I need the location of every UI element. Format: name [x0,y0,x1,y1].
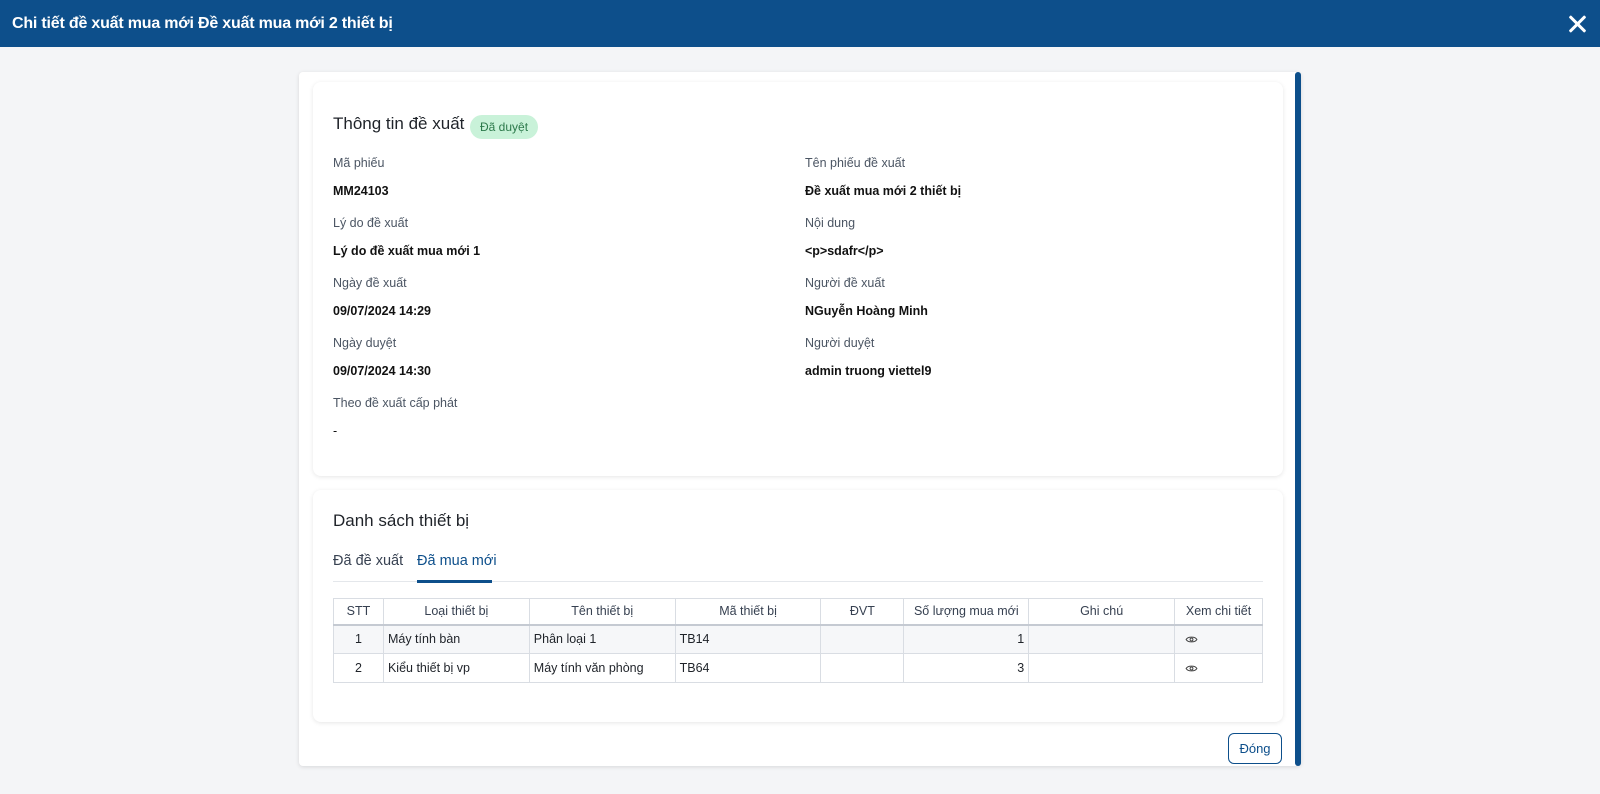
ly-do-value: Lý do đề xuất mua mới 1 [333,244,481,258]
close-icon[interactable] [1566,13,1588,35]
cell-so-luong: 3 [903,653,1030,683]
modal-header: Chi tiết đề xuất mua mới Đề xuất mua mới… [0,0,1600,47]
cell-ten: Máy tính văn phòng [528,653,676,683]
column-header[interactable]: Mã thiết bị [674,598,822,626]
cell-xem-chi-tiet [1174,653,1263,683]
noi-dung-label: Nội dung [805,216,856,230]
cell-ghi-chu [1028,653,1176,683]
cell-so-luong: 1 [903,624,1030,654]
noi-dung-value: <p>sdafr</p> [805,244,884,258]
ngay-duyet-label: Ngày duyệt [333,336,397,350]
ma-phieu-label: Mã phiếu [333,156,385,170]
table-header-row: STT Loại thiết bị Tên thiết bị Mã thiết … [333,598,1263,626]
column-header[interactable]: Tên thiết bị [528,598,676,626]
column-header[interactable]: Loại thiết bị [382,598,530,626]
proposal-info-card: Thông tin đề xuất Đã duyệt Mã phiếu MM24… [313,82,1283,476]
modal-body: Thông tin đề xuất Đã duyệt Mã phiếu MM24… [299,72,1301,766]
close-button[interactable]: Đóng [1228,733,1282,764]
device-list-card: Danh sách thiết bị Đã đề xuất Đã mua mới… [313,490,1283,722]
ten-phieu-label: Tên phiếu đề xuất [805,156,906,170]
cell-ten: Phân loại 1 [528,624,676,654]
cell-stt: 2 [333,653,384,683]
table-row: 1 Máy tính bàn Phân loại 1 TB14 1 [333,624,1263,654]
status-badge: Đã duyệt [470,115,539,139]
column-header[interactable]: STT [333,598,384,626]
ngay-de-xuat-label: Ngày đề xuất [333,276,407,290]
nguoi-de-xuat-label: Người đề xuất [805,276,885,290]
cell-ghi-chu [1028,624,1176,654]
theo-de-xuat-value: - [333,424,338,438]
nguoi-duyet-value: admin truong viettel9 [805,364,932,378]
column-header[interactable]: Xem chi tiết [1174,598,1263,626]
ten-phieu-value: Đề xuất mua mới 2 thiết bị [805,184,962,198]
cell-loai: Máy tính bàn [382,624,530,654]
section-title: Danh sách thiết bị [333,511,470,530]
ngay-duyet-value: 09/07/2024 14:30 [333,364,432,378]
modal-scrollbar[interactable] [1295,72,1301,766]
nguoi-de-xuat-value: NGuyễn Hoàng Minh [805,304,928,318]
section-title: Thông tin đề xuất [333,114,465,133]
cell-xem-chi-tiet [1174,624,1263,654]
device-table: STT Loại thiết bị Tên thiết bị Mã thiết … [333,598,1263,683]
cell-loai: Kiểu thiết bị vp [382,653,530,683]
cell-ma: TB64 [674,653,822,683]
eye-icon[interactable] [1185,664,1198,673]
theo-de-xuat-label: Theo đề xuất cấp phát [333,396,458,410]
modal-title: Chi tiết đề xuất mua mới Đề xuất mua mới… [12,14,393,32]
cell-stt: 1 [333,624,384,654]
cell-dvt [820,653,905,683]
table-row: 2 Kiểu thiết bị vp Máy tính văn phòng TB… [333,653,1263,683]
active-tab-indicator [417,580,492,583]
cell-dvt [820,624,905,654]
tab-da-de-xuat[interactable]: Đã đề xuất [333,553,403,569]
cell-ma: TB14 [674,624,822,654]
ma-phieu-value: MM24103 [333,184,389,198]
device-tabs: Đã đề xuất Đã mua mới [333,550,1263,583]
nguoi-duyet-label: Người duyệt [805,336,875,350]
ngay-de-xuat-value: 09/07/2024 14:29 [333,304,432,318]
column-header[interactable]: ĐVT [820,598,905,626]
column-header[interactable]: Ghi chú [1028,598,1176,626]
eye-icon[interactable] [1185,635,1198,644]
ly-do-label: Lý do đề xuất [333,216,409,230]
column-header[interactable]: Số lượng mua mới [903,598,1030,626]
tab-da-mua-moi[interactable]: Đã mua mới [417,553,497,569]
